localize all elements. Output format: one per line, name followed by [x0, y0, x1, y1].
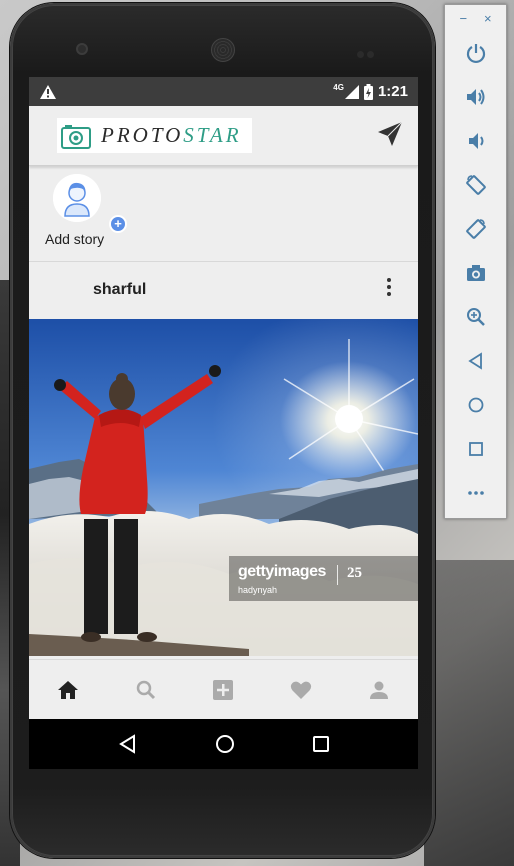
warning-icon [40, 84, 56, 99]
heart-icon [291, 681, 312, 699]
earpiece-speaker [211, 38, 235, 62]
phone-frame: 4G 1:21 PROTOSTAR + Add story sharful ge… [10, 3, 435, 858]
stories-row: + Add story [29, 166, 418, 262]
network-type-label: 4G [333, 83, 344, 92]
back-icon[interactable] [118, 734, 138, 754]
app-logo: PROTOSTAR [57, 118, 252, 153]
overview-icon [468, 442, 483, 456]
nav-search[interactable] [126, 670, 166, 710]
signal-icon [344, 84, 359, 99]
back-icon [467, 352, 482, 370]
rotate-left-button[interactable] [445, 163, 506, 207]
front-camera [76, 43, 88, 55]
power-icon [466, 44, 485, 64]
bottom-navigation [29, 659, 418, 719]
overview-icon[interactable] [312, 735, 330, 753]
power-button[interactable] [445, 31, 506, 75]
rotate-right-button[interactable] [445, 207, 506, 251]
zoom-button[interactable] [445, 295, 506, 339]
close-button[interactable]: × [484, 11, 492, 26]
volume-up-icon [466, 89, 484, 105]
screenshot-button[interactable] [445, 251, 506, 295]
add-story-label: Add story [45, 231, 105, 247]
more-button[interactable] [445, 471, 506, 515]
logo-text: PROTOSTAR [101, 123, 242, 148]
camera-logo-icon [61, 124, 91, 149]
search-icon [136, 680, 155, 699]
mountain-photo [29, 319, 418, 656]
zoom-icon [466, 308, 485, 326]
home-icon [57, 680, 78, 699]
sensor-dots [357, 45, 379, 58]
volume-up-button[interactable] [445, 75, 506, 119]
post-header: sharful [29, 262, 418, 319]
post-username[interactable]: sharful [93, 281, 146, 299]
rotate-right-icon [465, 219, 486, 239]
rotate-left-icon [465, 175, 486, 195]
watermark-divider [337, 565, 338, 585]
home-button[interactable] [445, 383, 506, 427]
watermark-brand: gettyimages [238, 563, 326, 580]
avatar-icon [53, 174, 101, 222]
home-circle-icon[interactable] [215, 734, 235, 754]
watermark-user: hadynyah [238, 585, 278, 595]
camera-icon [466, 265, 485, 281]
battery-charging-icon [363, 83, 373, 100]
more-icon [467, 491, 484, 495]
status-bar: 4G 1:21 [29, 77, 418, 106]
volume-down-icon [468, 133, 483, 149]
emulator-toolbar: − × [444, 4, 507, 519]
app-bar: PROTOSTAR [29, 106, 418, 166]
status-right: 4G 1:21 [333, 83, 408, 100]
back-button[interactable] [445, 339, 506, 383]
logo-text-proto: PROTO [101, 123, 184, 147]
nav-home[interactable] [48, 670, 88, 710]
add-story-plus-icon[interactable]: + [109, 215, 127, 233]
desktop-background-right [424, 560, 514, 866]
nav-profile[interactable] [359, 670, 399, 710]
nav-add[interactable] [203, 670, 243, 710]
logo-text-star: STAR [183, 123, 242, 147]
home-icon [468, 397, 483, 413]
send-icon[interactable] [376, 120, 404, 148]
nav-activity[interactable] [281, 670, 321, 710]
system-navigation-bar [29, 719, 418, 769]
watermark-years: 25 [347, 565, 362, 581]
add-story-avatar[interactable]: + [53, 174, 127, 233]
minimize-button[interactable]: − [459, 11, 467, 26]
post-image[interactable]: gettyimages hadynyah 25 [29, 319, 418, 656]
emulator-toolbar-header: − × [445, 5, 506, 31]
status-time: 1:21 [377, 83, 408, 100]
more-options-icon[interactable] [386, 278, 392, 298]
overview-button[interactable] [445, 427, 506, 471]
phone-screen: 4G 1:21 PROTOSTAR + Add story sharful ge… [29, 77, 418, 769]
add-box-icon [213, 679, 234, 700]
person-icon [370, 681, 389, 699]
volume-down-button[interactable] [445, 119, 506, 163]
